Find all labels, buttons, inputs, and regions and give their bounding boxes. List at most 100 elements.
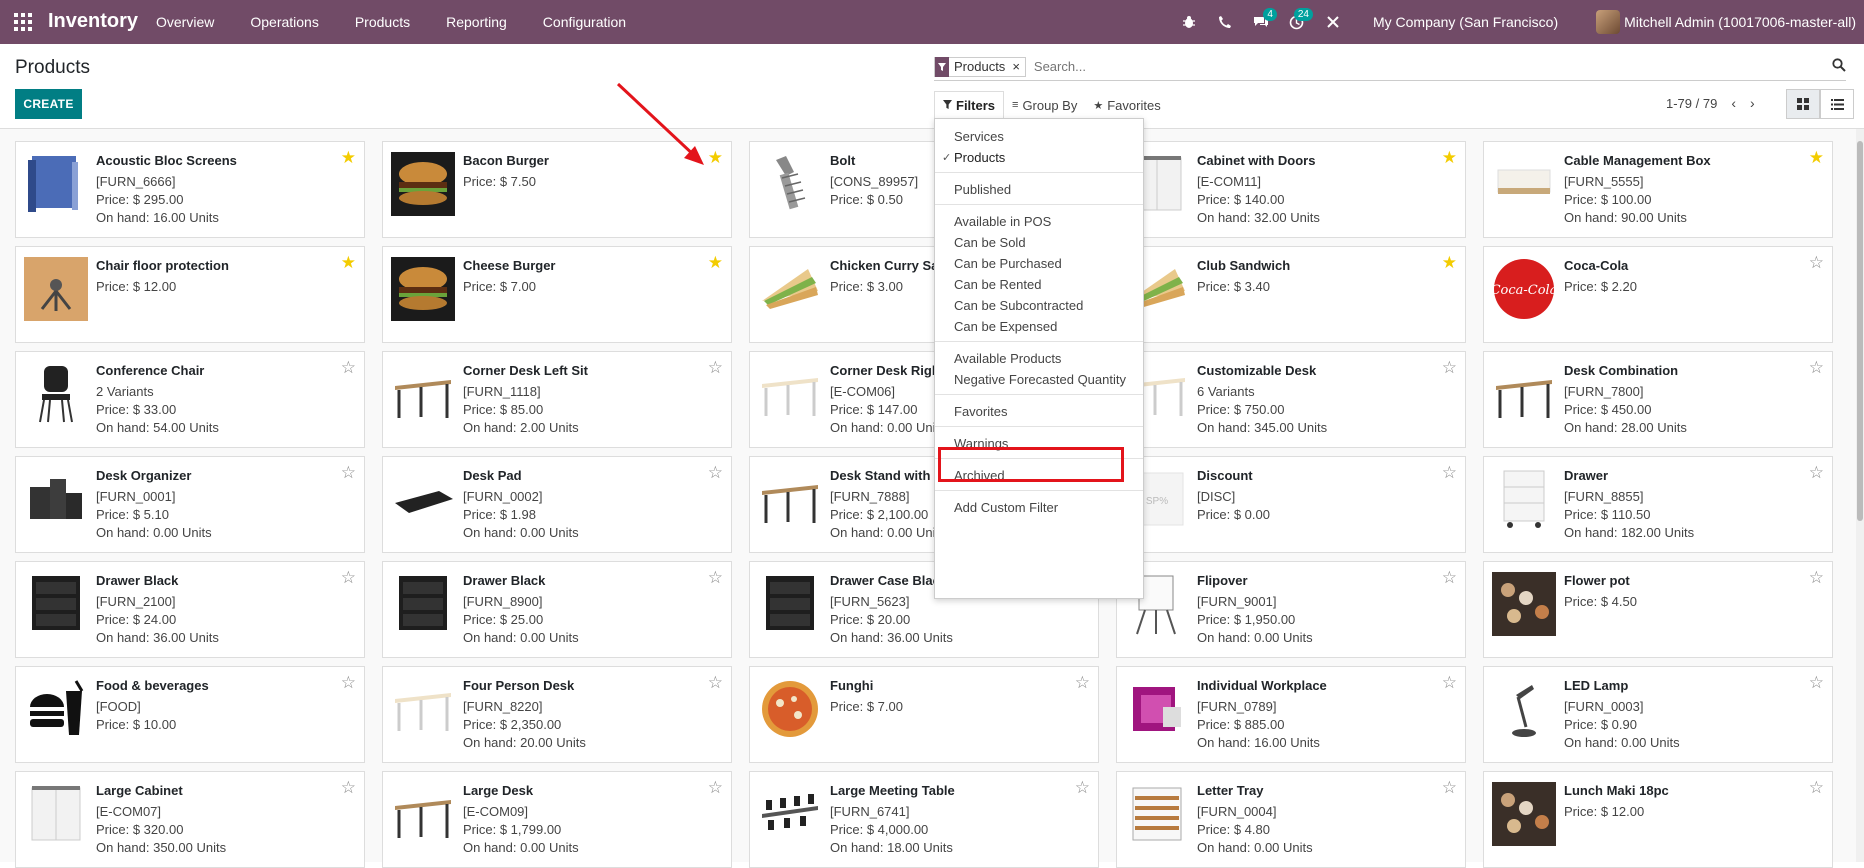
kanban-view-icon[interactable] <box>1786 89 1820 119</box>
favorite-star-empty-icon[interactable]: ☆ <box>708 358 723 378</box>
product-card[interactable]: Desk Organizer [FURN_0001] Price: $ 5.10 On… <box>15 456 365 553</box>
scrollbar-thumb[interactable] <box>1857 141 1863 521</box>
facet-remove-icon[interactable]: × <box>1010 59 1025 74</box>
product-card[interactable]: Large Meeting Table [FURN_6741] Price: $ 4… <box>749 771 1099 868</box>
activities-clock-icon[interactable]: 24 <box>1279 0 1315 44</box>
list-view-icon[interactable] <box>1820 89 1854 119</box>
filter-option-services[interactable]: Services <box>935 125 1143 147</box>
search-input[interactable] <box>1033 59 1846 74</box>
product-card[interactable]: Food & beverages [FOOD] Price: $ 10.00 ☆ <box>15 666 365 763</box>
favorite-star-empty-icon[interactable]: ☆ <box>1809 253 1824 273</box>
product-card[interactable]: Cheese Burger Price: $ 7.00 ★ <box>382 246 732 343</box>
favorite-star-empty-icon[interactable]: ☆ <box>708 673 723 693</box>
product-card[interactable]: Cabinet with Doors [E-COM11] Price: $ 140.… <box>1116 141 1466 238</box>
favorite-star-filled-icon[interactable]: ★ <box>708 148 723 168</box>
favorites-toggle[interactable]: ★ Favorites <box>1085 92 1168 118</box>
product-card[interactable]: Desk Pad [FURN_0002] Price: $ 1.98 On hand:… <box>382 456 732 553</box>
product-card[interactable]: Drawer Black [FURN_2100] Price: $ 24.00 On … <box>15 561 365 658</box>
filter-option-can-be-rented[interactable]: Can be Rented <box>935 273 1143 295</box>
filter-option-can-be-sold[interactable]: Can be Sold <box>935 231 1143 253</box>
create-button[interactable]: CREATE <box>15 89 82 119</box>
product-card[interactable]: Drawer Black [FURN_8900] Price: $ 25.00 On … <box>382 561 732 658</box>
product-card[interactable]: Funghi Price: $ 7.00 ☆ <box>749 666 1099 763</box>
favorite-star-filled-icon[interactable]: ★ <box>341 253 356 273</box>
favorite-star-empty-icon[interactable]: ☆ <box>341 358 356 378</box>
favorite-star-empty-icon[interactable]: ☆ <box>341 568 356 588</box>
filter-option-can-be-subcontracted[interactable]: Can be Subcontracted <box>935 294 1143 316</box>
apps-menu-icon[interactable] <box>14 13 32 31</box>
product-card[interactable]: Club Sandwich Price: $ 3.40 ★ <box>1116 246 1466 343</box>
favorite-star-empty-icon[interactable]: ☆ <box>1809 568 1824 588</box>
app-brand[interactable]: Inventory <box>48 10 138 33</box>
filter-option-products[interactable]: ✓ Products <box>935 146 1143 168</box>
favorite-star-filled-icon[interactable]: ★ <box>341 148 356 168</box>
product-card[interactable]: Acoustic Bloc Screens [FURN_6666] Price: $… <box>15 141 365 238</box>
favorite-star-empty-icon[interactable]: ☆ <box>1442 358 1457 378</box>
favorite-star-empty-icon[interactable]: ☆ <box>341 463 356 483</box>
debug-bug-icon[interactable] <box>1171 0 1207 44</box>
favorite-star-empty-icon[interactable]: ☆ <box>1809 463 1824 483</box>
product-card[interactable]: Bacon Burger Price: $ 7.50 ★ <box>382 141 732 238</box>
product-card[interactable]: Flipover [FURN_9001] Price: $ 1,950.00 On h… <box>1116 561 1466 658</box>
pager-previous-icon[interactable]: ‹ <box>1731 95 1736 111</box>
search-icon[interactable] <box>1832 58 1846 76</box>
favorite-star-filled-icon[interactable]: ★ <box>1442 253 1457 273</box>
menu-products[interactable]: Products <box>355 14 410 30</box>
favorite-star-filled-icon[interactable]: ★ <box>708 253 723 273</box>
filter-option-add-custom-filter[interactable]: Add Custom Filter <box>935 496 1143 518</box>
filters-toggle[interactable]: Filters <box>934 91 1005 119</box>
product-card[interactable]: Corner Desk Left Sit [FURN_1118] Price: $ … <box>382 351 732 448</box>
favorite-star-filled-icon[interactable]: ★ <box>1809 148 1824 168</box>
favorite-star-empty-icon[interactable]: ☆ <box>1442 673 1457 693</box>
product-card[interactable]: Conference Chair 2 Variants Price: $ 33.00… <box>15 351 365 448</box>
company-switcher[interactable]: My Company (San Francisco) <box>1373 14 1558 30</box>
favorite-star-empty-icon[interactable]: ☆ <box>1075 673 1090 693</box>
favorite-star-empty-icon[interactable]: ☆ <box>708 463 723 483</box>
favorite-star-empty-icon[interactable]: ☆ <box>708 568 723 588</box>
menu-reporting[interactable]: Reporting <box>446 14 507 30</box>
filter-option-negative-forecasted-quantity[interactable]: Negative Forecasted Quantity <box>935 368 1143 390</box>
favorite-star-empty-icon[interactable]: ☆ <box>1809 673 1824 693</box>
favorite-star-filled-icon[interactable]: ★ <box>1442 148 1457 168</box>
product-card[interactable]: Large Desk [E-COM09] Price: $ 1,799.00 On h… <box>382 771 732 868</box>
filter-option-available-in-pos[interactable]: Available in POS <box>935 210 1143 232</box>
search-facet-products[interactable]: Products × <box>934 56 1026 77</box>
favorite-star-empty-icon[interactable]: ☆ <box>708 778 723 798</box>
product-card[interactable]: Individual Workplace [FURN_0789] Price: $ … <box>1116 666 1466 763</box>
favorite-star-empty-icon[interactable]: ☆ <box>341 778 356 798</box>
user-menu[interactable]: Mitchell Admin (10017006-master-all) <box>1596 10 1856 34</box>
menu-configuration[interactable]: Configuration <box>543 14 626 30</box>
filter-option-available-products[interactable]: Available Products <box>935 347 1143 369</box>
product-card[interactable]: Customizable Desk 6 Variants Price: $ 750.… <box>1116 351 1466 448</box>
messages-icon[interactable]: 4 <box>1243 0 1279 44</box>
filter-option-favorites[interactable]: Favorites <box>935 400 1143 422</box>
tools-cross-icon[interactable] <box>1315 0 1351 44</box>
favorite-star-empty-icon[interactable]: ☆ <box>1809 778 1824 798</box>
product-card[interactable]: Letter Tray [FURN_0004] Price: $ 4.80 On ha… <box>1116 771 1466 868</box>
product-card[interactable]: Four Person Desk [FURN_8220] Price: $ 2,35… <box>382 666 732 763</box>
menu-operations[interactable]: Operations <box>250 14 318 30</box>
pager-next-icon[interactable]: › <box>1750 95 1755 111</box>
favorite-star-empty-icon[interactable]: ☆ <box>1075 778 1090 798</box>
scrollbar[interactable] <box>1856 129 1864 862</box>
product-card[interactable]: SP% Discount [DISC] Price: $ 0.00 ☆ <box>1116 456 1466 553</box>
group-by-toggle[interactable]: ≡ Group By <box>1004 92 1085 118</box>
filter-option-can-be-expensed[interactable]: Can be Expensed <box>935 315 1143 337</box>
product-card[interactable]: Chair floor protection Price: $ 12.00 ★ <box>15 246 365 343</box>
pager-range[interactable]: 1-79 / 79 <box>1666 96 1717 111</box>
product-card[interactable]: Desk Combination [FURN_7800] Price: $ 450.… <box>1483 351 1833 448</box>
filter-option-can-be-purchased[interactable]: Can be Purchased <box>935 252 1143 274</box>
product-card[interactable]: LED Lamp [FURN_0003] Price: $ 0.90 On hand:… <box>1483 666 1833 763</box>
favorite-star-empty-icon[interactable]: ☆ <box>1442 568 1457 588</box>
product-card[interactable]: Cable Management Box [FURN_5555] Price: $ … <box>1483 141 1833 238</box>
favorite-star-empty-icon[interactable]: ☆ <box>1809 358 1824 378</box>
product-card[interactable]: Coca-Cola Coca-Cola Price: $ 2.20 ☆ <box>1483 246 1833 343</box>
favorite-star-empty-icon[interactable]: ☆ <box>1442 778 1457 798</box>
product-card[interactable]: Lunch Maki 18pc Price: $ 12.00 ☆ <box>1483 771 1833 868</box>
product-card[interactable]: Drawer [FURN_8855] Price: $ 110.50 On hand:… <box>1483 456 1833 553</box>
filter-option-published[interactable]: Published <box>935 178 1143 200</box>
favorite-star-empty-icon[interactable]: ☆ <box>1442 463 1457 483</box>
product-card[interactable]: Flower pot Price: $ 4.50 ☆ <box>1483 561 1833 658</box>
product-card[interactable]: Large Cabinet [E-COM07] Price: $ 320.00 On … <box>15 771 365 868</box>
menu-overview[interactable]: Overview <box>156 14 214 30</box>
